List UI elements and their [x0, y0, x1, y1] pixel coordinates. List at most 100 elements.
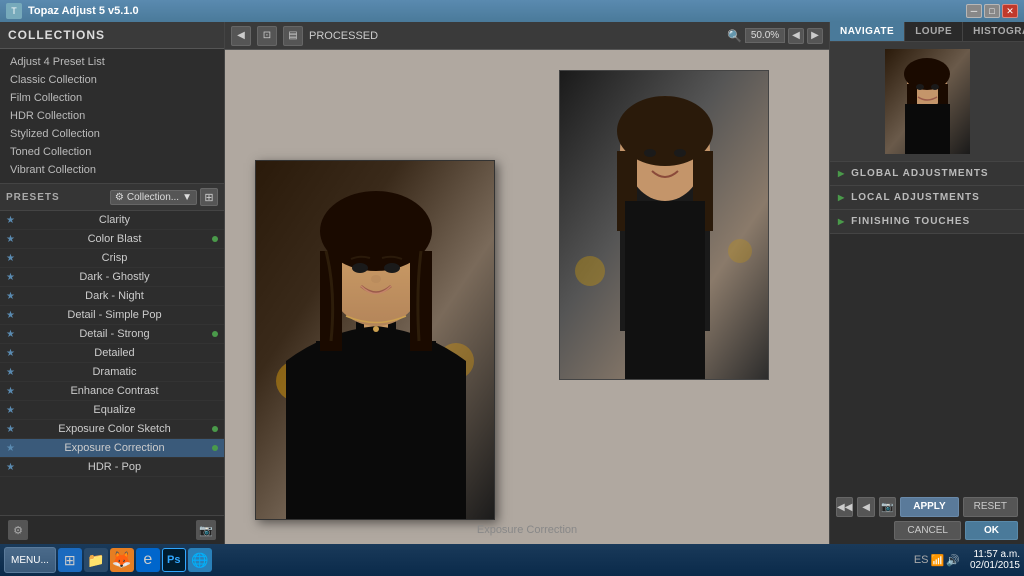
photo-background — [559, 70, 769, 380]
ok-button[interactable]: OK — [965, 521, 1018, 540]
preset-name: Crisp — [21, 252, 208, 264]
preset-item[interactable]: ★ Dramatic — [0, 363, 224, 382]
presets-header: PRESETS ⚙ Collection... ▼ ⊞ — [0, 184, 224, 211]
view-mode-button[interactable]: ▤ — [283, 26, 303, 46]
globe-icon[interactable]: 🌐 — [188, 548, 212, 572]
window-title: Topaz Adjust 5 v5.1.0 — [28, 5, 139, 17]
adjustment-header[interactable]: ▶ FINISHING TOUCHES — [830, 210, 1024, 233]
reset-button[interactable]: RESET — [963, 497, 1018, 517]
expand-arrow-icon: ▶ — [838, 217, 845, 226]
view-toggle-button[interactable]: ⊡ — [257, 26, 277, 46]
preset-name: Dark - Ghostly — [21, 271, 208, 283]
star-icon: ★ — [6, 329, 15, 340]
collection-item[interactable]: Stylized Collection — [0, 125, 224, 143]
preset-item[interactable]: ★ Exposure Color Sketch — [0, 420, 224, 439]
volume-icon: 🔊 — [946, 554, 960, 567]
windows-button[interactable]: ⊞ — [58, 548, 82, 572]
processed-label: PROCESSED — [309, 30, 378, 42]
app-icon: T — [6, 3, 22, 19]
system-icons: ES 📶 🔊 — [914, 554, 960, 567]
center-area: ◀ ⊡ ▤ PROCESSED 🔍 ◀ ▶ — [225, 22, 829, 544]
collections-list: Adjust 4 Preset ListClassic CollectionFi… — [0, 49, 224, 184]
taskbar: MENU... ⊞ 📁 🦊 e Ps 🌐 ES 📶 🔊 11:57 a.m. 0… — [0, 544, 1024, 576]
minimize-button[interactable]: ─ — [966, 4, 982, 18]
preset-item[interactable]: ★ Equalize — [0, 401, 224, 420]
firefox-icon[interactable]: 🦊 — [110, 548, 134, 572]
star-icon: ★ — [6, 291, 15, 302]
preset-item[interactable]: ★ Crisp — [0, 249, 224, 268]
preset-item[interactable]: ★ Enhance Contrast — [0, 382, 224, 401]
nav-tab-histogram[interactable]: HISTOGRAM — [963, 22, 1024, 41]
preset-name: Dark - Night — [21, 290, 208, 302]
right-panel: NAVIGATELOUPEHISTOGRAM — [829, 22, 1024, 544]
collection-item[interactable]: HDR Collection — [0, 107, 224, 125]
preset-item[interactable]: ★ Exposure Correction — [0, 439, 224, 458]
camera2-icon[interactable]: 📷 — [879, 497, 896, 517]
left-panel: COLLECTIONS Adjust 4 Preset ListClassic … — [0, 22, 225, 544]
preset-item[interactable]: ★ Detailed — [0, 344, 224, 363]
nav-tab-navigate[interactable]: NAVIGATE — [830, 22, 905, 41]
preset-item[interactable]: ★ Color Blast — [0, 230, 224, 249]
settings-icon[interactable]: ⚙ — [8, 520, 28, 540]
adjustments-section: ▶ GLOBAL ADJUSTMENTS ▶ LOCAL ADJUSTMENTS… — [830, 162, 1024, 493]
preset-name: Enhance Contrast — [21, 385, 208, 397]
cancel-button[interactable]: CANCEL — [894, 521, 961, 540]
right-bottom-actions: ◀◀ ◀ 📷 APPLY RESET CANCEL OK — [830, 493, 1024, 544]
maximize-button[interactable]: □ — [984, 4, 1000, 18]
collection-item[interactable]: Classic Collection — [0, 71, 224, 89]
apply-button[interactable]: APPLY — [900, 497, 958, 517]
back-button[interactable]: ◀ — [857, 497, 874, 517]
collection-item[interactable]: Adjust 4 Preset List — [0, 53, 224, 71]
preset-item[interactable]: ★ Detail - Simple Pop — [0, 306, 224, 325]
nav-left-button[interactable]: ◀ — [231, 26, 251, 46]
presets-label: PRESETS — [6, 192, 60, 203]
preset-item[interactable]: ★ Dark - Ghostly — [0, 268, 224, 287]
adjustment-label: FINISHING TOUCHES — [851, 216, 970, 227]
preset-item[interactable]: ★ HDR - Pop — [0, 458, 224, 477]
menu-button[interactable]: MENU... — [4, 547, 56, 573]
canvas-area: Exposure Correction — [225, 50, 829, 544]
close-button[interactable]: ✕ — [1002, 4, 1018, 18]
star-icon: ★ — [6, 253, 15, 264]
camera-icon[interactable]: 📷 — [196, 520, 216, 540]
grid-view-button[interactable]: ⊞ — [200, 188, 218, 206]
adjustment-group: ▶ LOCAL ADJUSTMENTS — [830, 186, 1024, 210]
photoshop-icon[interactable]: Ps — [162, 548, 186, 572]
nav-tab-loupe[interactable]: LOUPE — [905, 22, 963, 41]
zoom-next-button[interactable]: ▶ — [807, 28, 823, 44]
preset-item[interactable]: ★ Dark - Night — [0, 287, 224, 306]
preset-name: Clarity — [21, 214, 208, 226]
lang-indicator: ES — [914, 554, 929, 566]
preset-item[interactable]: ★ Detail - Strong — [0, 325, 224, 344]
gear-icon: ⚙ — [115, 192, 124, 203]
star-icon: ★ — [6, 424, 15, 435]
star-icon: ★ — [6, 443, 15, 454]
star-icon: ★ — [6, 462, 15, 473]
collection-dropdown-label: Collection... — [127, 192, 179, 203]
toolbar-top: ◀ ⊡ ▤ PROCESSED 🔍 ◀ ▶ — [225, 22, 829, 50]
nav-tabs: NAVIGATELOUPEHISTOGRAM — [830, 22, 1024, 42]
prev-button[interactable]: ◀◀ — [836, 497, 853, 517]
star-icon: ★ — [6, 405, 15, 416]
collection-item[interactable]: Film Collection — [0, 89, 224, 107]
collection-item[interactable]: Vibrant Collection — [0, 161, 224, 179]
preset-name: HDR - Pop — [21, 461, 208, 473]
collection-item[interactable]: Toned Collection — [0, 143, 224, 161]
star-icon: ★ — [6, 272, 15, 283]
bottom-panel-left: ⚙ 📷 — [0, 515, 224, 544]
adjustment-label: GLOBAL ADJUSTMENTS — [851, 168, 988, 179]
titlebar: T Topaz Adjust 5 v5.1.0 ─ □ ✕ — [0, 0, 1024, 22]
adjustment-header[interactable]: ▶ LOCAL ADJUSTMENTS — [830, 186, 1024, 209]
titlebar-left: T Topaz Adjust 5 v5.1.0 — [6, 3, 139, 19]
zoom-input[interactable] — [745, 28, 785, 43]
preset-item[interactable]: ★ Clarity — [0, 211, 224, 230]
adjustment-label: LOCAL ADJUSTMENTS — [851, 192, 980, 203]
adjustment-header[interactable]: ▶ GLOBAL ADJUSTMENTS — [830, 162, 1024, 185]
preset-name: Detail - Simple Pop — [21, 309, 208, 321]
collection-dropdown[interactable]: ⚙ Collection... ▼ — [110, 190, 197, 205]
zoom-area: 🔍 ◀ ▶ — [727, 28, 823, 44]
ie-icon[interactable]: e — [136, 548, 160, 572]
zoom-prev-button[interactable]: ◀ — [788, 28, 804, 44]
clock-area: 11:57 a.m. 02/01/2015 — [970, 549, 1020, 571]
explorer-icon[interactable]: 📁 — [84, 548, 108, 572]
